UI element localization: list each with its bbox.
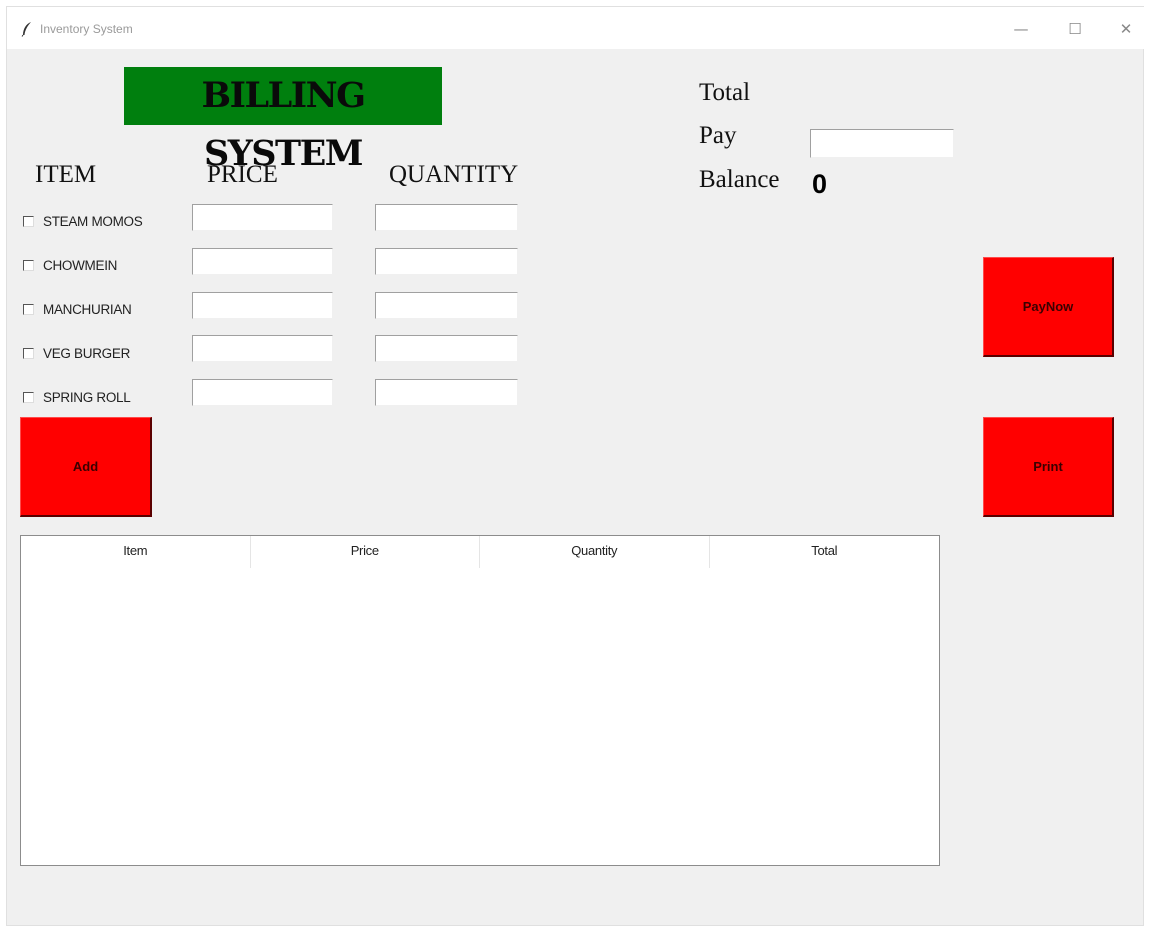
quantity-input-veg-burger[interactable] xyxy=(375,335,518,362)
pay-now-button[interactable]: PayNow xyxy=(983,257,1114,357)
item-label: STEAM MOMOS xyxy=(43,213,143,229)
window-title: Inventory System xyxy=(40,22,133,36)
balance-label: Balance xyxy=(699,166,780,193)
balance-value: 0 xyxy=(812,169,828,199)
add-button[interactable]: Add xyxy=(20,417,152,517)
item-label: MANCHURIAN xyxy=(43,301,132,317)
price-input-steam-momos[interactable] xyxy=(192,204,333,231)
pay-input[interactable] xyxy=(810,129,954,158)
total-label: Total xyxy=(699,79,751,106)
checkbox-box[interactable] xyxy=(23,391,34,403)
main-content: BILLING SYSTEM ITEM PRICE QUANTITY STEAM… xyxy=(7,49,1145,927)
print-button[interactable]: Print xyxy=(983,417,1114,517)
bill-table[interactable]: Item Price Quantity Total xyxy=(20,535,940,866)
quantity-input-manchurian[interactable] xyxy=(375,292,518,319)
app-window: Inventory System — ☐ ✕ BILLING SYSTEM IT… xyxy=(6,6,1145,927)
item-label: CHOWMEIN xyxy=(43,257,118,273)
price-input-veg-burger[interactable] xyxy=(192,335,333,362)
checkbox-box[interactable] xyxy=(23,259,34,271)
item-checkbox-chowmein[interactable]: CHOWMEIN xyxy=(23,254,183,276)
item-label: SPRING ROLL xyxy=(43,389,131,405)
checkbox-box[interactable] xyxy=(23,347,34,359)
table-header-price[interactable]: Price xyxy=(251,536,480,568)
page-title: BILLING SYSTEM xyxy=(124,67,442,174)
price-column-header: PRICE xyxy=(207,161,278,188)
quantity-input-spring-roll[interactable] xyxy=(375,379,518,406)
table-header-total[interactable]: Total xyxy=(710,536,940,568)
checkbox-box[interactable] xyxy=(23,215,34,227)
price-input-chowmein[interactable] xyxy=(192,248,333,275)
minimize-button[interactable]: — xyxy=(1001,15,1041,43)
quantity-input-chowmein[interactable] xyxy=(375,248,518,275)
item-column-header: ITEM xyxy=(35,161,97,188)
maximize-button[interactable]: ☐ xyxy=(1055,15,1095,43)
item-checkbox-manchurian[interactable]: MANCHURIAN xyxy=(23,298,183,320)
item-checkbox-veg-burger[interactable]: VEG BURGER xyxy=(23,342,183,364)
price-input-spring-roll[interactable] xyxy=(192,379,333,406)
item-checkbox-steam-momos[interactable]: STEAM MOMOS xyxy=(23,210,183,232)
quantity-input-steam-momos[interactable] xyxy=(375,204,518,231)
table-header-item[interactable]: Item xyxy=(21,536,251,568)
table-header-quantity[interactable]: Quantity xyxy=(480,536,710,568)
close-button[interactable]: ✕ xyxy=(1106,15,1146,43)
pay-label: Pay xyxy=(699,122,737,149)
item-checkbox-spring-roll[interactable]: SPRING ROLL xyxy=(23,386,183,408)
quantity-column-header: QUANTITY xyxy=(389,161,519,188)
item-label: VEG BURGER xyxy=(43,345,131,361)
table-header: Item Price Quantity Total xyxy=(21,536,939,568)
checkbox-box[interactable] xyxy=(23,303,34,315)
feather-icon xyxy=(21,22,31,37)
price-input-manchurian[interactable] xyxy=(192,292,333,319)
title-bar[interactable]: Inventory System — ☐ ✕ xyxy=(7,7,1145,49)
